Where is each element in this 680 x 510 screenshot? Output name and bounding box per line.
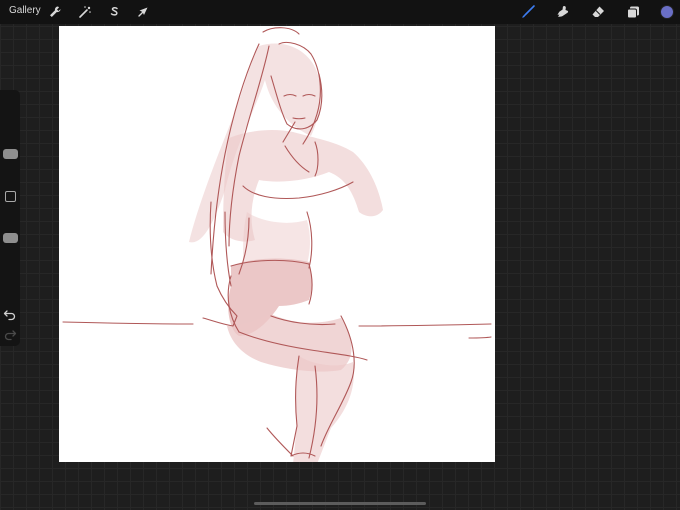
brush-size-handle[interactable] (3, 149, 18, 159)
top-toolbar: Gallery (0, 0, 680, 24)
opacity-slider[interactable] (0, 208, 20, 302)
selection-s-icon[interactable] (106, 4, 122, 20)
home-indicator[interactable] (254, 502, 426, 505)
redo-icon[interactable] (3, 328, 17, 341)
sketch-artwork (62, 27, 492, 462)
eraser-icon[interactable] (590, 4, 606, 20)
gallery-button[interactable]: Gallery (9, 5, 41, 16)
color-picker-swatch[interactable] (660, 5, 674, 19)
layers-icon[interactable] (625, 4, 641, 20)
left-sidebar (0, 90, 20, 346)
magic-wand-icon[interactable] (77, 4, 93, 20)
drawing-canvas[interactable] (59, 26, 495, 462)
undo-icon[interactable] (3, 308, 17, 321)
smudge-icon[interactable] (555, 4, 571, 20)
brush-icon[interactable] (520, 4, 536, 20)
opacity-handle[interactable] (3, 233, 18, 243)
wrench-icon[interactable] (47, 4, 63, 20)
arrow-cursor-icon[interactable] (135, 4, 151, 20)
modify-button[interactable] (5, 191, 16, 202)
brush-size-slider[interactable] (0, 94, 20, 182)
